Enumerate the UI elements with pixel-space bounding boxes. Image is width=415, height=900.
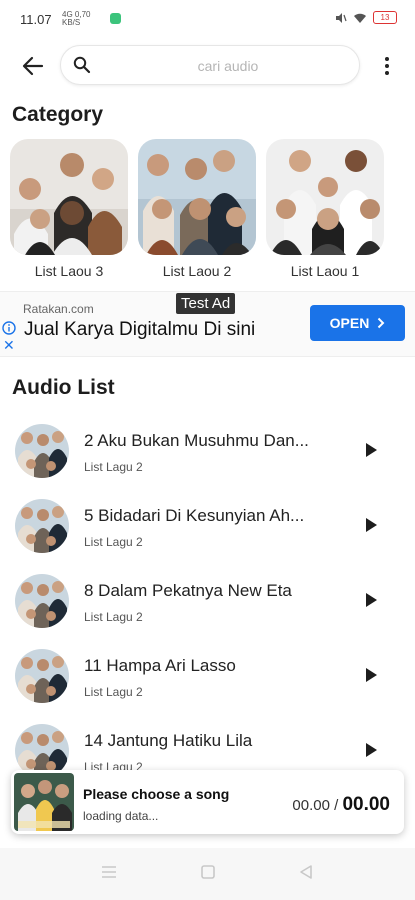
total-time: 00.00 bbox=[342, 794, 390, 815]
network-speed: 4G 0,70 KB/S bbox=[62, 10, 91, 27]
ad-open-label: OPEN bbox=[329, 315, 370, 331]
chevron-right-icon bbox=[378, 317, 385, 329]
app-notification-icon bbox=[110, 13, 121, 24]
search-icon bbox=[73, 56, 91, 74]
system-nav-bar bbox=[0, 848, 415, 900]
ad-domain: Ratakan.com bbox=[23, 302, 94, 316]
category-item-1[interactable]: List Laou 3 bbox=[10, 139, 128, 279]
audio-title: 2 Aku Bukan Musuhmu Dan... bbox=[84, 431, 309, 450]
status-right: 13 bbox=[335, 11, 397, 24]
audio-list-item[interactable]: 8 Dalam Pekatnya New Eta List Lagu 2 bbox=[0, 560, 415, 634]
audio-list-item[interactable]: 2 Aku Bukan Musuhmu Dan... List Lagu 2 bbox=[0, 410, 415, 484]
category-image bbox=[266, 139, 384, 255]
menu-dot bbox=[385, 71, 389, 75]
audio-subtitle: List Lagu 2 bbox=[84, 535, 143, 549]
audio-thumbnail bbox=[15, 499, 69, 553]
category-title: Category bbox=[12, 103, 104, 126]
player-times: 00.00 / 00.00 bbox=[292, 794, 390, 816]
audio-title: 5 Bidadari Di Kesunyian Ah... bbox=[84, 506, 305, 525]
audio-thumbnail bbox=[15, 424, 69, 478]
search-input[interactable] bbox=[106, 46, 350, 86]
time-separator: / bbox=[334, 797, 339, 814]
play-icon[interactable] bbox=[364, 442, 378, 458]
play-icon[interactable] bbox=[364, 667, 378, 683]
ad-close-icon[interactable]: ✕ bbox=[3, 338, 15, 352]
category-label: List Laou 1 bbox=[290, 263, 360, 279]
play-icon[interactable] bbox=[364, 517, 378, 533]
back-button[interactable] bbox=[18, 51, 48, 81]
menu-dot bbox=[385, 57, 389, 61]
player-status: loading data... bbox=[83, 809, 159, 823]
audio-title: 8 Dalam Pekatnya New Eta bbox=[84, 581, 292, 600]
mini-player[interactable]: Please choose a song loading data... 00.… bbox=[11, 770, 404, 834]
audio-list-item[interactable]: 11 Hampa Ari Lasso List Lagu 2 bbox=[0, 635, 415, 709]
test-ad-badge: Test Ad bbox=[176, 293, 236, 314]
back-triangle-icon[interactable] bbox=[298, 864, 314, 880]
menu-lines-icon[interactable] bbox=[100, 864, 118, 880]
category-label: List Laou 2 bbox=[162, 263, 232, 279]
status-bar: 11.07 4G 0,70 KB/S 13 bbox=[0, 0, 415, 40]
top-bar bbox=[0, 45, 415, 87]
back-arrow-icon bbox=[22, 56, 44, 76]
home-square-icon[interactable] bbox=[200, 864, 216, 880]
play-icon[interactable] bbox=[364, 592, 378, 608]
audio-list-item[interactable]: 5 Bidadari Di Kesunyian Ah... List Lagu 2 bbox=[0, 485, 415, 559]
play-icon[interactable] bbox=[364, 742, 378, 758]
menu-dot bbox=[385, 64, 389, 68]
player-title: Please choose a song bbox=[83, 786, 230, 802]
search-box[interactable] bbox=[60, 45, 360, 86]
category-item-3[interactable]: List Laou 1 bbox=[266, 139, 384, 279]
player-album-art bbox=[14, 773, 74, 831]
overflow-menu-button[interactable] bbox=[377, 53, 397, 79]
ad-info-icon[interactable] bbox=[2, 321, 16, 335]
category-row: List Laou 3 List Laou 2 List Laou 1 bbox=[10, 139, 390, 284]
ad-open-button[interactable]: OPEN bbox=[310, 305, 405, 341]
category-image bbox=[138, 139, 256, 255]
mute-icon bbox=[336, 12, 347, 23]
audio-title: 11 Hampa Ari Lasso bbox=[84, 656, 236, 675]
audio-thumbnail bbox=[15, 574, 69, 628]
audio-subtitle: List Lagu 2 bbox=[84, 460, 143, 474]
current-time: 00.00 bbox=[292, 797, 330, 814]
battery-icon: 13 bbox=[373, 11, 397, 24]
category-image bbox=[10, 139, 128, 255]
status-time: 11.07 bbox=[20, 12, 52, 27]
wifi-icon bbox=[354, 13, 366, 23]
ad-headline: Jual Karya Digitalmu Di sini bbox=[24, 319, 256, 340]
audio-title: 14 Jantung Hatiku Lila bbox=[84, 731, 253, 750]
category-item-2[interactable]: List Laou 2 bbox=[138, 139, 256, 279]
audio-list-title: Audio List bbox=[12, 376, 115, 399]
ad-banner[interactable]: Ratakan.com Test Ad ✕ Jual Karya Digital… bbox=[0, 291, 415, 357]
audio-subtitle: List Lagu 2 bbox=[84, 610, 143, 624]
category-label: List Laou 3 bbox=[34, 263, 104, 279]
audio-thumbnail bbox=[15, 649, 69, 703]
audio-subtitle: List Lagu 2 bbox=[84, 685, 143, 699]
